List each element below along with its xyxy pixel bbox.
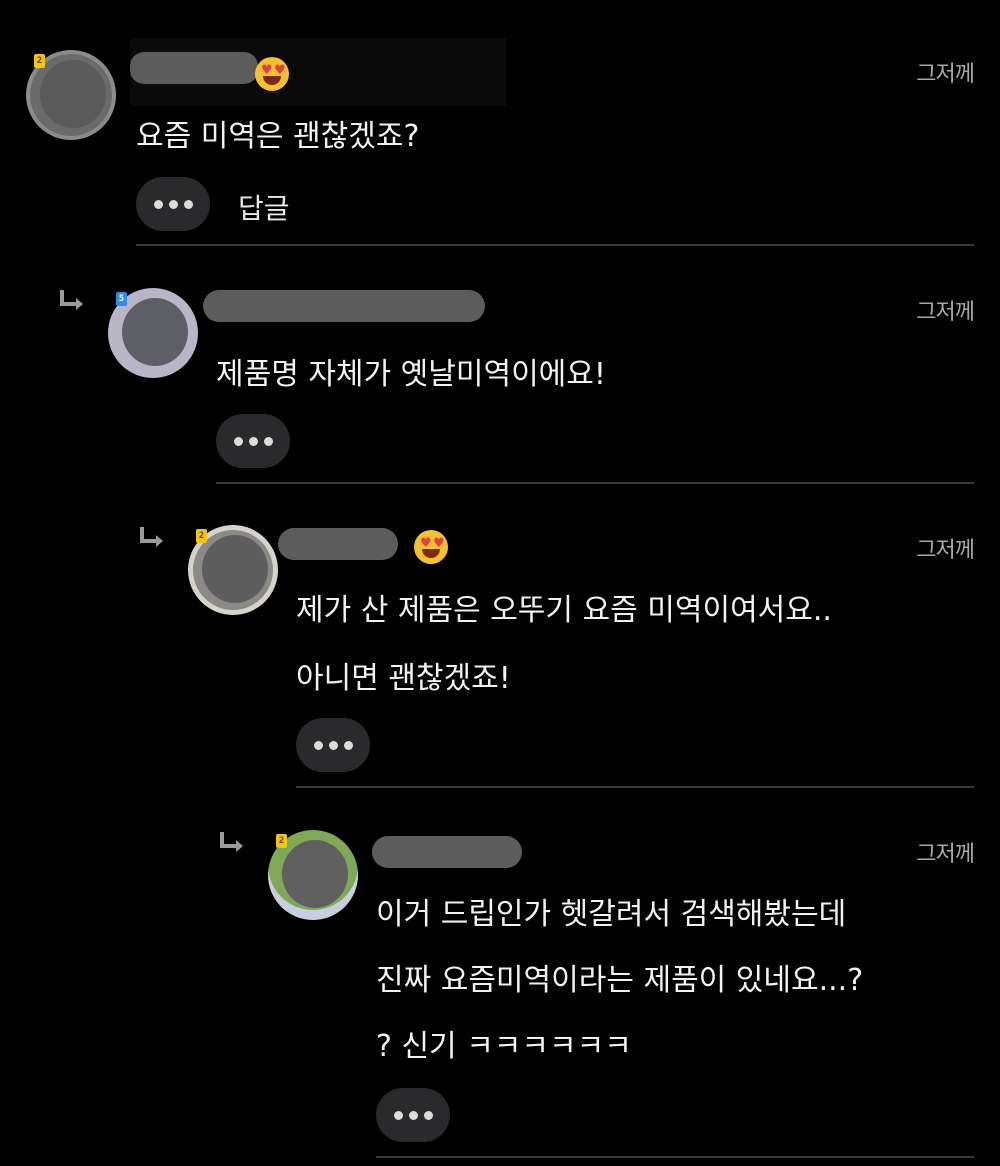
reply-arrow-icon <box>218 828 246 856</box>
level-badge: 2 <box>276 834 287 848</box>
author-name-blur <box>130 52 258 84</box>
author-name-blur <box>203 290 485 322</box>
comment-text-line-2: 아니면 괜찮겠죠! <box>296 661 511 696</box>
comment-text: 제품명 자체가 옛날미역이에요! <box>216 357 606 392</box>
divider <box>216 482 974 484</box>
comment-time: 그저께 <box>916 842 975 867</box>
comment-time: 그저께 <box>916 62 975 87</box>
more-options-button[interactable] <box>216 414 290 468</box>
comment-text-line-1: 이거 드립인가 헷갈려서 검색해봤는데 <box>376 897 847 932</box>
divider <box>296 786 974 788</box>
comment-text-line-1: 제가 산 제품은 오뚜기 요즘 미역이여서요.. <box>296 593 832 628</box>
more-dots-icon <box>153 199 163 209</box>
author-name-blur <box>278 528 398 560</box>
heart-eyes-emoji: ♥ ♥ <box>255 57 289 91</box>
avatar[interactable]: 2 <box>268 830 358 920</box>
divider <box>136 244 974 246</box>
reply-button[interactable]: 답글 <box>238 187 290 227</box>
comment-time: 그저께 <box>916 538 975 563</box>
more-dots-icon <box>313 740 323 750</box>
more-options-button[interactable] <box>376 1088 450 1142</box>
comment-text-line-2: 진짜 요즘미역이라는 제품이 있네요...? <box>376 963 864 998</box>
comment-text-line-3: ? 신기 ㅋㅋㅋㅋㅋㅋ <box>376 1029 632 1064</box>
more-dots-icon <box>393 1110 403 1120</box>
more-options-button[interactable] <box>296 718 370 772</box>
avatar[interactable]: 5 <box>108 288 198 378</box>
avatar[interactable]: 2 <box>188 525 278 615</box>
divider <box>376 1156 974 1158</box>
heart-eyes-emoji: ♥ ♥ <box>414 530 448 564</box>
comment-text: 요즘 미역은 괜찮겠죠? <box>136 119 420 154</box>
more-options-button[interactable] <box>136 177 210 231</box>
reply-arrow-icon <box>138 523 166 551</box>
level-badge: 2 <box>34 54 45 68</box>
author-name-blur <box>372 836 522 868</box>
level-badge: 2 <box>196 529 207 543</box>
comment-time: 그저께 <box>916 300 975 325</box>
avatar[interactable]: 2 <box>26 50 116 140</box>
level-badge: 5 <box>116 292 127 306</box>
more-dots-icon <box>233 436 243 446</box>
reply-arrow-icon <box>58 286 86 314</box>
